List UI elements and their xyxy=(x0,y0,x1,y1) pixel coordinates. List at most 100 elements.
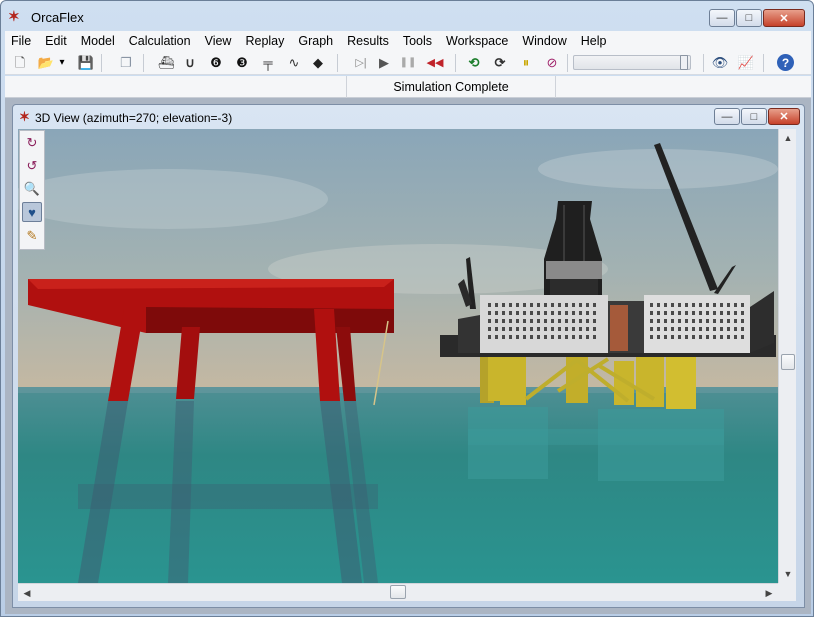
rig-window xyxy=(678,335,681,339)
rig-window xyxy=(523,335,526,339)
rig-window xyxy=(727,319,730,323)
rig-window xyxy=(678,303,681,307)
replay-start-icon[interactable]: ⟲ xyxy=(465,54,483,72)
rig-window xyxy=(727,303,730,307)
3d-view-restore-button[interactable]: □ xyxy=(741,108,767,125)
link-icon[interactable]: ∿ xyxy=(285,54,303,72)
rig-window xyxy=(593,319,596,323)
horizontal-scrollbar[interactable]: ◀ ▶ xyxy=(18,583,778,601)
help-icon[interactable]: ? xyxy=(777,54,794,71)
rig-window xyxy=(544,311,547,315)
menu-calculation[interactable]: Calculation xyxy=(129,34,191,48)
3d-scene-viewport[interactable]: ↻ ↺ 🔍 ♥ ✎ xyxy=(18,129,778,583)
menu-file[interactable]: File xyxy=(11,34,31,48)
rig-window xyxy=(544,327,547,331)
shape-icon[interactable]: ◆ xyxy=(309,54,327,72)
rig-window xyxy=(650,319,653,323)
rig-window xyxy=(488,327,491,331)
rig-window xyxy=(657,303,660,307)
rig-window xyxy=(699,327,702,331)
graph-icon[interactable]: 📈 xyxy=(737,54,755,72)
rig-window xyxy=(720,319,723,323)
maximize-button[interactable]: □ xyxy=(736,9,762,27)
rig-window xyxy=(657,327,660,331)
rig-window xyxy=(551,327,554,331)
rig-window xyxy=(523,311,526,315)
menu-edit[interactable]: Edit xyxy=(45,34,67,48)
horizontal-scroll-thumb[interactable] xyxy=(390,585,406,599)
pause-icon[interactable]: ❚❚ xyxy=(399,54,417,72)
rig-window xyxy=(523,319,526,323)
replay-stop-icon[interactable]: ⊘ xyxy=(543,54,561,72)
replay-slider[interactable] xyxy=(573,55,691,70)
step-forward-icon[interactable]: ▷| xyxy=(349,54,373,72)
menu-tools[interactable]: Tools xyxy=(403,34,432,48)
save-icon[interactable]: 💾 xyxy=(77,54,95,72)
scroll-up-arrow-icon[interactable]: ▲ xyxy=(780,130,796,146)
rotate-left-icon[interactable]: ↺ xyxy=(22,156,42,176)
rig-window xyxy=(741,335,744,339)
3d-buoy-icon[interactable]: ❸ xyxy=(233,54,251,72)
rig-window xyxy=(509,303,512,307)
rig-window xyxy=(706,303,709,307)
line-icon[interactable]: ∪ xyxy=(181,54,199,72)
menu-view[interactable]: View xyxy=(205,34,232,48)
scroll-left-arrow-icon[interactable]: ◀ xyxy=(19,585,35,601)
menu-graph[interactable]: Graph xyxy=(298,34,333,48)
6d-buoy-icon[interactable]: ❻ xyxy=(207,54,225,72)
view-mode-icon[interactable]: ♥ xyxy=(22,202,42,222)
rig-window xyxy=(523,303,526,307)
rig-window xyxy=(678,311,681,315)
rig-window xyxy=(544,335,547,339)
edit-view-icon[interactable]: ✎ xyxy=(22,226,42,246)
rotate-up-icon[interactable]: ↻ xyxy=(22,133,42,153)
scroll-right-arrow-icon[interactable]: ▶ xyxy=(761,585,777,601)
rig-window xyxy=(565,335,568,339)
minimize-button[interactable]: — xyxy=(709,9,735,27)
rig-window xyxy=(741,319,744,323)
3d-view-minimize-button[interactable]: — xyxy=(714,108,740,125)
scroll-down-arrow-icon[interactable]: ▼ xyxy=(780,566,796,582)
dropdown-arrow-icon[interactable]: ▾ xyxy=(57,54,67,72)
menu-results[interactable]: Results xyxy=(347,34,389,48)
title-bar[interactable]: ✶ OrcaFlex — □ ✕ xyxy=(1,1,813,31)
rig-window xyxy=(734,327,737,331)
rig-window xyxy=(664,327,667,331)
vessel-icon[interactable]: ⛴ xyxy=(157,54,175,72)
replay-pause-icon[interactable]: ⏸ xyxy=(517,54,535,72)
rig-window xyxy=(509,327,512,331)
3d-view-title-bar[interactable]: ✶ 3D View (azimuth=270; elevation=-3) — … xyxy=(13,105,804,129)
rig-window xyxy=(741,303,744,307)
rig-window xyxy=(720,303,723,307)
rig-window xyxy=(720,327,723,331)
menu-replay[interactable]: Replay xyxy=(245,34,284,48)
rig-window xyxy=(650,303,653,307)
winch-icon[interactable]: ╤ xyxy=(259,54,277,72)
size-grip[interactable] xyxy=(778,583,796,601)
run-icon[interactable]: ▶ xyxy=(375,54,393,72)
3d-view-close-button[interactable]: ✕ xyxy=(768,108,800,125)
menu-help[interactable]: Help xyxy=(581,34,607,48)
view-icon[interactable]: 👁 xyxy=(711,54,729,72)
rig-window xyxy=(516,303,519,307)
replay-slider-thumb[interactable] xyxy=(680,55,688,70)
zoom-icon[interactable]: 🔍 xyxy=(22,179,42,199)
rig-window xyxy=(706,335,709,339)
vertical-scrollbar[interactable]: ▲ ▼ xyxy=(778,129,796,583)
close-button[interactable]: ✕ xyxy=(763,9,805,27)
menu-workspace[interactable]: Workspace xyxy=(446,34,508,48)
open-icon[interactable]: 📂 xyxy=(37,54,55,72)
replay-step-icon[interactable]: ⟳ xyxy=(491,54,509,72)
copy-icon[interactable]: ❐ xyxy=(117,54,135,72)
vertical-scroll-thumb[interactable] xyxy=(781,354,795,370)
menu-model[interactable]: Model xyxy=(81,34,115,48)
rig-window xyxy=(495,303,498,307)
rig-window xyxy=(713,335,716,339)
rig-window xyxy=(579,319,582,323)
rig-window xyxy=(537,319,540,323)
new-icon[interactable]: 🗋 xyxy=(11,54,29,72)
rig-window xyxy=(699,335,702,339)
menu-window[interactable]: Window xyxy=(522,34,566,48)
reset-icon[interactable]: ◀◀ xyxy=(423,54,447,72)
rig-window xyxy=(692,303,695,307)
